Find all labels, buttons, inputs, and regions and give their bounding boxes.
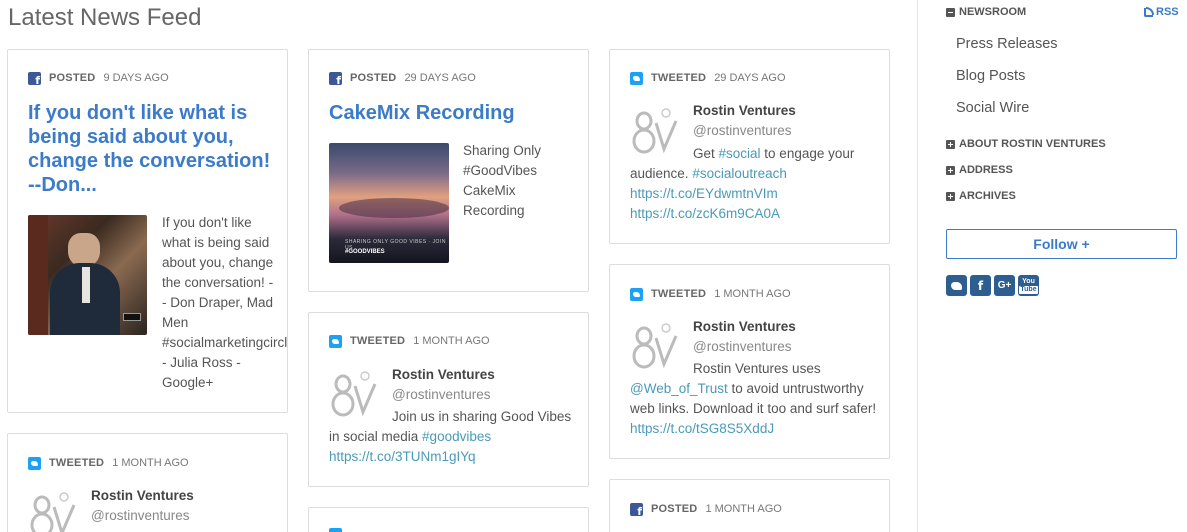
sidebar-link-press-releases[interactable]: Press Releases — [956, 36, 1058, 52]
facebook-icon — [630, 502, 643, 518]
card-age: 1 MONTH AGO — [714, 288, 791, 300]
card-age: 29 DAYS AGO — [404, 72, 476, 84]
post-title-link[interactable]: If you don't like what is being said abo… — [28, 101, 272, 197]
news-card — [308, 507, 589, 532]
tweet-author[interactable]: Rostin Ventures — [693, 317, 796, 337]
address-toggle[interactable]: ADDRESS — [946, 164, 1013, 176]
news-card: TWEETED 1 MONTH AGO Rostin Ventures @ros… — [609, 264, 890, 459]
tweet-url-link[interactable]: https://t.co/EYdwmtnVIm — [630, 186, 778, 201]
tweet-url-link[interactable]: https://t.co/zcK6m9CA0A — [630, 206, 780, 221]
card-kind: TWEETED — [49, 457, 105, 469]
hashtag-link[interactable]: #social — [719, 146, 761, 161]
card-age: 29 DAYS AGO — [714, 72, 786, 84]
avatar — [30, 492, 76, 532]
twitter-icon — [329, 528, 342, 532]
image-tag: #GOODVIBES — [345, 249, 385, 255]
facebook-icon — [329, 71, 342, 87]
tweet-author[interactable]: Rostin Ventures — [693, 101, 796, 121]
news-card: POSTED 9 DAYS AGO If you don't like what… — [7, 49, 288, 413]
rss-link[interactable]: RSS — [1144, 6, 1179, 18]
post-thumbnail[interactable] — [28, 215, 147, 335]
news-card: POSTED 1 MONTH AGO — [609, 479, 890, 532]
tweet-handle[interactable]: @rostinventures — [693, 337, 792, 357]
twitter-icon — [329, 334, 342, 348]
card-kind: POSTED — [651, 503, 698, 515]
expand-icon — [946, 191, 955, 201]
twitter-icon — [630, 71, 643, 85]
post-excerpt: If you don't like what is being said abo… — [162, 215, 288, 390]
news-card: TWEETED 29 DAYS AGO Rostin Ventures @ros… — [609, 49, 890, 244]
tweet-author[interactable]: Rostin Ventures — [392, 365, 495, 385]
news-card: POSTED 29 DAYS AGO CakeMix Recording SHA… — [308, 49, 589, 292]
twitter-icon[interactable] — [946, 275, 967, 296]
news-card: TWEETED 1 MONTH AGO Rostin Ventures @ros… — [7, 433, 288, 532]
sidebar: NEWSROOM RSS Press Releases Blog Posts S… — [917, 0, 1187, 532]
tweet-author[interactable]: Rostin Ventures — [91, 486, 194, 506]
facebook-icon[interactable]: f — [970, 275, 991, 296]
tweet-handle[interactable]: @rostinventures — [91, 506, 190, 526]
archives-toggle[interactable]: ARCHIVES — [946, 190, 1016, 202]
card-kind: POSTED — [350, 72, 397, 84]
twitter-icon — [630, 287, 643, 301]
twitter-icon — [28, 456, 41, 470]
rss-icon — [1144, 6, 1154, 17]
facebook-icon — [28, 71, 41, 87]
post-thumbnail[interactable]: SHARING ONLY GOOD VIBES · JOIN US #GOODV… — [329, 143, 449, 263]
tweet-text: Rostin Ventures uses @Web_of_Trust to av… — [630, 361, 877, 436]
mention-link[interactable]: @Web_of_Trust — [630, 381, 728, 396]
tweet-handle[interactable]: @rostinventures — [392, 385, 491, 405]
follow-button[interactable]: Follow + — [946, 229, 1177, 259]
expand-icon — [946, 139, 955, 149]
tweet-text: Join us in sharing Good Vibes in social … — [329, 409, 572, 464]
news-card: TWEETED 1 MONTH AGO Rostin Ventures @ros… — [308, 312, 589, 487]
card-kind: POSTED — [49, 72, 96, 84]
youtube-icon[interactable]: You Tube — [1018, 275, 1039, 296]
card-kind: TWEETED — [350, 335, 406, 347]
card-age: 1 MONTH AGO — [112, 457, 189, 469]
sidebar-link-social-wire[interactable]: Social Wire — [956, 100, 1029, 116]
tweet-url-link[interactable]: https://t.co/3TUNm1gIYq — [329, 449, 476, 464]
post-title-link[interactable]: CakeMix Recording — [329, 101, 573, 125]
hashtag-link[interactable]: #socialoutreach — [692, 166, 787, 181]
card-age: 1 MONTH AGO — [413, 335, 490, 347]
sidebar-link-blog-posts[interactable]: Blog Posts — [956, 68, 1025, 84]
tweet-text: Get #social to engage your audience. #so… — [630, 146, 855, 221]
about-toggle[interactable]: ABOUT ROSTIN VENTURES — [946, 138, 1106, 150]
page-title: Latest News Feed — [8, 4, 202, 31]
card-kind: TWEETED — [651, 72, 707, 84]
collapse-icon — [946, 7, 955, 17]
tweet-handle[interactable]: @rostinventures — [693, 121, 792, 141]
card-kind: TWEETED — [651, 288, 707, 300]
expand-icon — [946, 165, 955, 175]
card-age: 9 DAYS AGO — [103, 72, 169, 84]
newsroom-toggle[interactable]: NEWSROOM — [946, 6, 1026, 18]
google-plus-icon[interactable]: G+ — [994, 275, 1015, 296]
tweet-url-link[interactable]: https://t.co/tSG8S5XddJ — [630, 421, 774, 436]
post-excerpt: Sharing Only #GoodVibes CakeMix Recordin… — [463, 143, 542, 218]
card-age: 1 MONTH AGO — [705, 503, 782, 515]
hashtag-link[interactable]: #goodvibes — [422, 429, 491, 444]
